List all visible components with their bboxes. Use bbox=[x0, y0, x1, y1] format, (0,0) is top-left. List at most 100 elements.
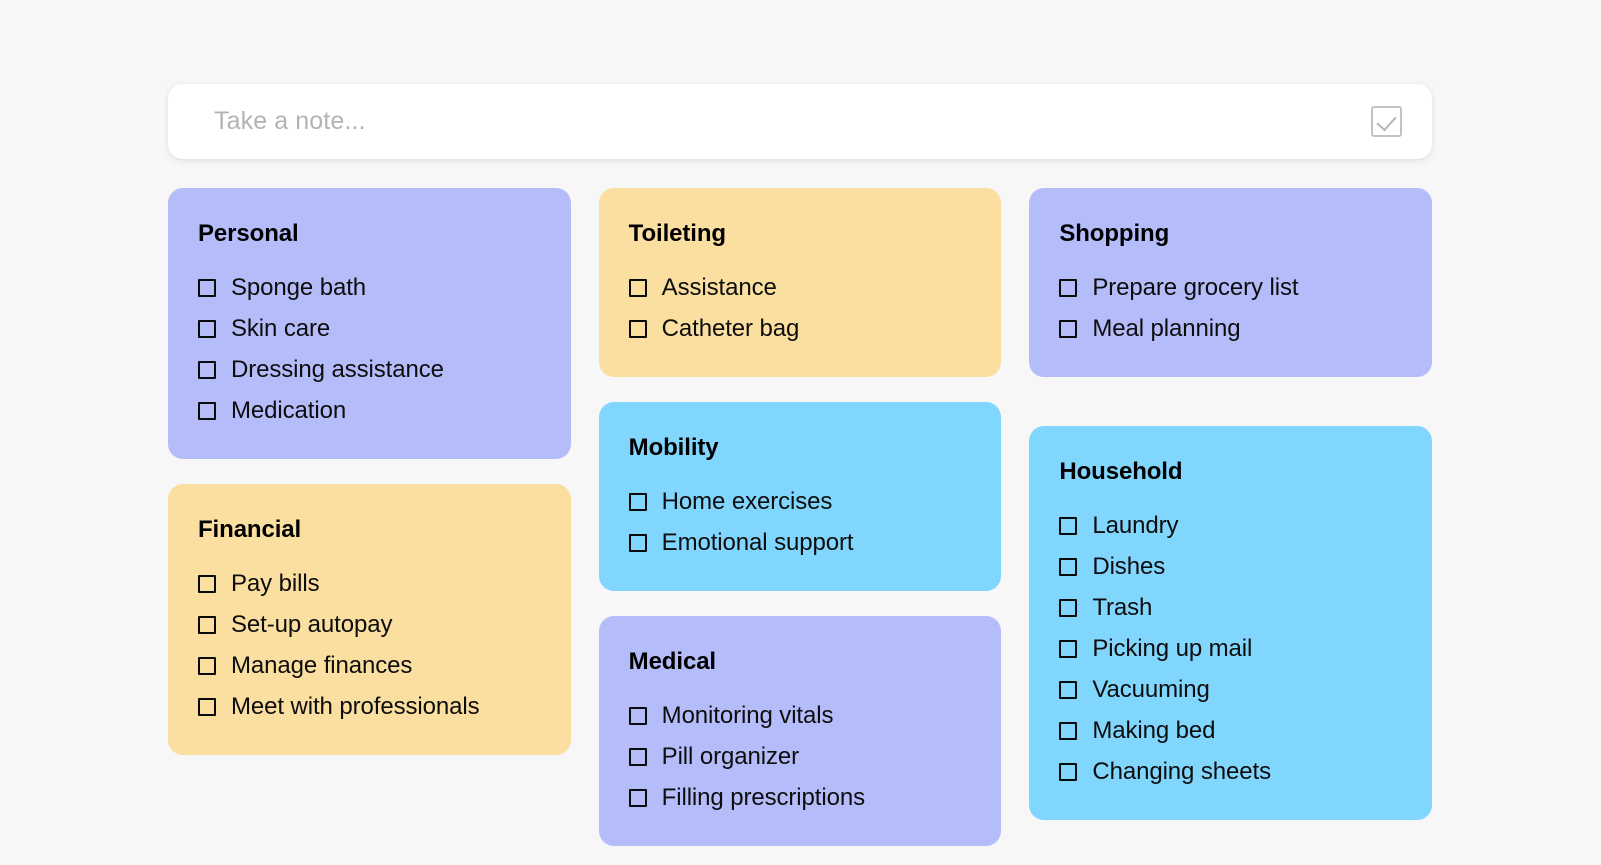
list-item-label: Skin care bbox=[231, 315, 331, 342]
list-item[interactable]: Sponge bath bbox=[198, 274, 541, 302]
note-card-financial[interactable]: Financial Pay bills Set-up autopay Manage f… bbox=[168, 484, 571, 755]
list-item[interactable]: Skin care bbox=[198, 315, 541, 343]
note-card-title: Personal bbox=[198, 220, 299, 247]
list-item[interactable]: Pay bills bbox=[198, 570, 541, 598]
checkbox-empty-icon[interactable] bbox=[1059, 517, 1078, 535]
note-card-items: Sponge bath Skin care Dressing assistance M… bbox=[198, 274, 541, 425]
list-item[interactable]: Medication bbox=[198, 397, 541, 425]
checkbox-empty-icon[interactable] bbox=[628, 789, 647, 807]
list-item-label: Vacuuming bbox=[1092, 676, 1210, 703]
note-card-items: Pay bills Set-up autopay Manage finances Me… bbox=[198, 570, 541, 721]
list-item[interactable]: Dishes bbox=[1059, 553, 1402, 581]
list-item[interactable]: Picking up mail bbox=[1059, 635, 1402, 663]
list-item-label: Changing sheets bbox=[1092, 758, 1271, 785]
checkbox-empty-icon[interactable] bbox=[628, 279, 647, 297]
checkbox-empty-icon[interactable] bbox=[1059, 640, 1078, 658]
list-item[interactable]: Prepare grocery list bbox=[1059, 274, 1402, 302]
list-item[interactable]: Pill organizer bbox=[628, 743, 972, 771]
list-item[interactable]: Emotional support bbox=[628, 529, 972, 557]
checkbox-empty-icon[interactable] bbox=[628, 493, 647, 511]
note-composer-bar[interactable] bbox=[168, 84, 1432, 159]
list-item-label: Monitoring vitals bbox=[661, 702, 834, 729]
list-item-label: Trash bbox=[1092, 594, 1153, 621]
checkbox-checked-icon[interactable] bbox=[1371, 106, 1402, 137]
checkbox-empty-icon[interactable] bbox=[1059, 599, 1078, 617]
note-card-items: Laundry Dishes Trash Picking up mail Vacuumi… bbox=[1059, 512, 1402, 786]
list-item-label: Assistance bbox=[661, 274, 777, 301]
checkbox-empty-icon[interactable] bbox=[198, 616, 216, 634]
checkbox-empty-icon[interactable] bbox=[1059, 279, 1078, 297]
list-item-label: Filling prescriptions bbox=[661, 784, 865, 811]
checkbox-empty-icon[interactable] bbox=[198, 402, 216, 420]
note-card-title: Mobility bbox=[628, 434, 719, 461]
list-item-label: Picking up mail bbox=[1092, 635, 1253, 662]
checkbox-empty-icon[interactable] bbox=[628, 534, 647, 552]
checkbox-empty-icon[interactable] bbox=[1059, 681, 1078, 699]
note-card-items: Home exercises Emotional support bbox=[628, 488, 972, 557]
list-item[interactable]: Meet with professionals bbox=[198, 693, 541, 721]
checkbox-empty-icon[interactable] bbox=[1059, 320, 1078, 338]
list-item-label: Home exercises bbox=[661, 488, 833, 515]
list-item[interactable]: Manage finances bbox=[198, 652, 541, 680]
list-item-label: Medication bbox=[231, 397, 347, 424]
checkbox-empty-icon[interactable] bbox=[198, 698, 216, 716]
list-item-label: Pill organizer bbox=[661, 743, 799, 770]
note-card-items: Monitoring vitals Pill organizer Filling p… bbox=[628, 702, 972, 812]
list-item-label: Meet with professionals bbox=[231, 693, 480, 720]
checkbox-empty-icon[interactable] bbox=[628, 320, 647, 338]
list-item[interactable]: Set-up autopay bbox=[198, 611, 541, 639]
list-item[interactable]: Changing sheets bbox=[1059, 758, 1402, 786]
list-item[interactable]: Meal planning bbox=[1059, 315, 1402, 343]
notes-column: Shopping Prepare grocery list Meal plannin… bbox=[1029, 188, 1433, 820]
note-card-title: Medical bbox=[628, 648, 717, 675]
list-item-label: Making bed bbox=[1092, 717, 1216, 744]
checkbox-empty-icon[interactable] bbox=[198, 657, 216, 675]
list-item[interactable]: Trash bbox=[1059, 594, 1402, 622]
list-item[interactable]: Catheter bag bbox=[628, 315, 972, 343]
checkbox-empty-icon[interactable] bbox=[198, 320, 216, 338]
list-item-label: Set-up autopay bbox=[231, 611, 393, 638]
note-card-household[interactable]: Household Laundry Dishes Trash Picking up ma… bbox=[1029, 426, 1433, 820]
note-card-shopping[interactable]: Shopping Prepare grocery list Meal plannin… bbox=[1029, 188, 1433, 377]
notes-columns: Personal Sponge bath Skin care Dressing ass… bbox=[168, 188, 1433, 846]
note-input[interactable] bbox=[214, 107, 1371, 136]
note-card-toileting[interactable]: Toileting Assistance Catheter bag bbox=[598, 188, 1002, 377]
list-item[interactable]: Monitoring vitals bbox=[628, 702, 972, 730]
notes-column: Toileting Assistance Catheter bag Mobility H… bbox=[598, 188, 1002, 846]
notes-column: Personal Sponge bath Skin care Dressing ass… bbox=[168, 188, 571, 755]
checkbox-empty-icon[interactable] bbox=[198, 279, 216, 297]
list-item-label: Emotional support bbox=[661, 529, 854, 556]
checkbox-empty-icon[interactable] bbox=[198, 575, 216, 593]
note-card-mobility[interactable]: Mobility Home exercises Emotional support bbox=[598, 402, 1002, 591]
checkbox-empty-icon[interactable] bbox=[1059, 763, 1078, 781]
list-item-label: Dressing assistance bbox=[231, 356, 444, 383]
list-item[interactable]: Dressing assistance bbox=[198, 356, 541, 384]
list-item[interactable]: Vacuuming bbox=[1059, 676, 1402, 704]
note-card-medical[interactable]: Medical Monitoring vitals Pill organizer Fi… bbox=[598, 616, 1002, 846]
note-card-items: Assistance Catheter bag bbox=[628, 274, 972, 343]
note-card-personal[interactable]: Personal Sponge bath Skin care Dressing ass… bbox=[168, 188, 571, 459]
note-card-title: Shopping bbox=[1059, 220, 1170, 247]
checkbox-empty-icon[interactable] bbox=[1059, 558, 1078, 576]
checkbox-empty-icon[interactable] bbox=[198, 361, 216, 379]
checkbox-empty-icon[interactable] bbox=[1059, 722, 1078, 740]
checkbox-empty-icon[interactable] bbox=[628, 707, 647, 725]
list-item-label: Meal planning bbox=[1092, 315, 1241, 342]
note-card-items: Prepare grocery list Meal planning bbox=[1059, 274, 1402, 343]
list-item-label: Dishes bbox=[1092, 553, 1166, 580]
note-card-title: Toileting bbox=[628, 220, 726, 247]
list-item-label: Catheter bag bbox=[661, 315, 800, 342]
list-item[interactable]: Making bed bbox=[1059, 717, 1402, 745]
list-item-label: Prepare grocery list bbox=[1092, 274, 1299, 301]
list-item[interactable]: Home exercises bbox=[628, 488, 972, 516]
note-card-title: Household bbox=[1059, 458, 1183, 485]
list-item-label: Sponge bath bbox=[231, 274, 367, 301]
checkbox-empty-icon[interactable] bbox=[628, 748, 647, 766]
list-item-label: Pay bills bbox=[231, 570, 320, 597]
notes-board-page: Personal Sponge bath Skin care Dressing ass… bbox=[0, 0, 1601, 865]
list-item-label: Laundry bbox=[1092, 512, 1179, 539]
note-card-title: Financial bbox=[198, 516, 302, 543]
list-item[interactable]: Assistance bbox=[628, 274, 972, 302]
list-item[interactable]: Laundry bbox=[1059, 512, 1402, 540]
list-item[interactable]: Filling prescriptions bbox=[628, 784, 972, 812]
